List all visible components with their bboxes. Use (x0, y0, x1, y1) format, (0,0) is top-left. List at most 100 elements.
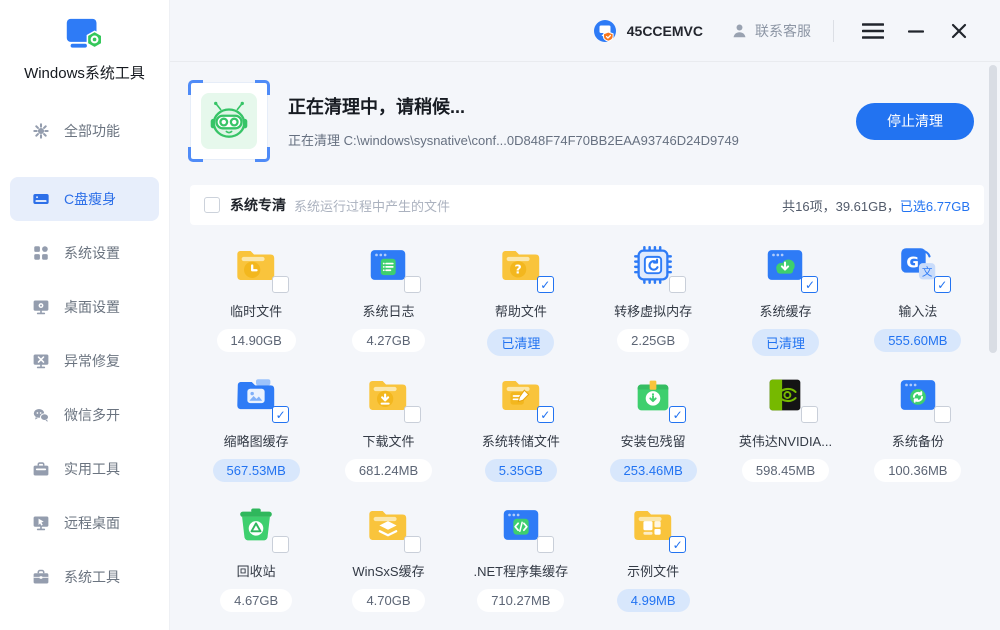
cleaner-item-winsxs-cache[interactable]: WinSxS缓存 4.70GB (322, 489, 454, 619)
selected-size: 已选6.77GB (900, 199, 970, 214)
item-size-badge: 14.90GB (217, 329, 296, 352)
sidebar-item-remote-desktop[interactable]: 远程桌面 (10, 501, 159, 545)
filter-bar: 系统专清 系统运行过程中产生的文件 共16项，39.61GB，已选6.77GB (190, 185, 984, 225)
item-checkbox[interactable] (537, 276, 554, 293)
scrollbar-thumb[interactable] (989, 65, 997, 353)
item-size-badge: 5.35GB (485, 459, 557, 482)
item-checkbox[interactable] (272, 536, 289, 553)
item-checkbox[interactable] (801, 406, 818, 423)
cleaner-item-dotnet-cache[interactable]: .NET程序集缓存 710.27MB (455, 489, 587, 619)
item-checkbox[interactable] (272, 276, 289, 293)
stop-cleaning-button[interactable]: 停止清理 (856, 103, 974, 140)
item-checkbox[interactable] (404, 536, 421, 553)
item-name: 示例文件 (627, 561, 679, 580)
cleaner-item-installer-residue[interactable]: 安装包残留 253.46MB (587, 359, 719, 489)
sidebar-item-error-repair[interactable]: 异常修复 (10, 339, 159, 383)
item-size-badge: 567.53MB (213, 459, 300, 482)
item-checkbox[interactable] (537, 406, 554, 423)
account-button[interactable]: 45CCEMVC (592, 18, 703, 44)
content: 正在清理中，请稍候... 正在清理 C:\windows\sysnative\c… (170, 62, 1000, 630)
item-checkbox[interactable] (669, 406, 686, 423)
item-name: 系统转储文件 (482, 431, 560, 450)
sidebar-item-label: 系统工具 (64, 567, 120, 587)
cleaner-item-system-backup[interactable]: 系统备份 100.36MB (852, 359, 984, 489)
cleaner-item-download-files[interactable]: 下载文件 681.24MB (322, 359, 454, 489)
username: 45CCEMVC (627, 23, 703, 39)
cleaning-path: 正在清理 C:\windows\sysnative\conf...0D848F7… (288, 130, 856, 149)
item-size-badge: 710.27MB (477, 589, 564, 612)
cleaner-item-system-logs[interactable]: 系统日志 4.27GB (322, 229, 454, 359)
cleaner-item-nvidia-cache[interactable]: 英伟达NVIDIA... 598.45MB (719, 359, 851, 489)
item-name: 回收站 (237, 561, 276, 580)
sidebar-item-label: 微信多开 (64, 405, 120, 425)
grid-icon (32, 244, 50, 262)
app-title: Windows系统工具 (24, 62, 145, 83)
app-window: Windows系统工具 全部功能 C盘瘦身 系统设置 桌面设置 异常修复 微信多… (0, 0, 1000, 630)
item-name: 系统日志 (362, 301, 414, 320)
cleaning-header: 正在清理中，请稍候... 正在清理 C:\windows\sysnative\c… (190, 82, 984, 160)
svg-text:文: 文 (922, 266, 933, 279)
item-size-badge: 4.70GB (352, 589, 424, 612)
item-size-badge: 已清理 (752, 329, 819, 356)
cleaner-item-system-dump[interactable]: 系统转储文件 5.35GB (455, 359, 587, 489)
item-name: 临时文件 (230, 301, 282, 320)
item-checkbox[interactable] (272, 406, 289, 423)
cleaner-item-system-cache[interactable]: 系统缓存 已清理 (719, 229, 851, 359)
item-checkbox[interactable] (934, 276, 951, 293)
cleaning-title: 正在清理中，请稍候... (288, 93, 856, 119)
close-icon (951, 23, 967, 39)
item-checkbox[interactable] (404, 276, 421, 293)
remote-desktop-icon (32, 514, 50, 532)
sidebar-item-system-settings[interactable]: 系统设置 (10, 231, 159, 275)
item-name: 缩略图缓存 (224, 431, 289, 450)
robot-scan-icon (190, 82, 268, 160)
menu-button[interactable] (858, 16, 888, 46)
item-checkbox[interactable] (669, 276, 686, 293)
item-checkbox[interactable] (934, 406, 951, 423)
item-checkbox[interactable] (669, 536, 686, 553)
repair-icon (32, 352, 50, 370)
sidebar-item-utility-tools[interactable]: 实用工具 (10, 447, 159, 491)
item-name: 转移虚拟内存 (614, 301, 692, 320)
main-area: 45CCEMVC 联系客服 (170, 0, 1000, 630)
topbar-divider (833, 20, 834, 42)
topbar: 45CCEMVC 联系客服 (170, 0, 1000, 62)
sidebar-item-system-tools[interactable]: 系统工具 (10, 555, 159, 599)
item-name: 系统备份 (892, 431, 944, 450)
sidebar-item-label: C盘瘦身 (64, 189, 116, 209)
sidebar-item-label: 桌面设置 (64, 297, 120, 317)
item-size-badge: 681.24MB (345, 459, 432, 482)
item-checkbox[interactable] (404, 406, 421, 423)
cleaner-item-virtual-memory[interactable]: 转移虚拟内存 2.25GB (587, 229, 719, 359)
item-name: 安装包残留 (621, 431, 686, 450)
sidebar: Windows系统工具 全部功能 C盘瘦身 系统设置 桌面设置 异常修复 微信多… (0, 0, 170, 630)
user-avatar-icon (592, 18, 618, 44)
cleaner-item-thumbnail-cache[interactable]: 缩略图缓存 567.53MB (190, 359, 322, 489)
item-size-badge: 4.67GB (220, 589, 292, 612)
item-checkbox[interactable] (801, 276, 818, 293)
app-logo-icon (62, 16, 108, 58)
cleaning-status-text: 正在清理中，请稍候... 正在清理 C:\windows\sysnative\c… (288, 93, 856, 149)
sidebar-item-c-drive-slim[interactable]: C盘瘦身 (10, 177, 159, 221)
system-clean-checkbox[interactable] (204, 197, 220, 213)
sidebar-item-wechat-multi[interactable]: 微信多开 (10, 393, 159, 437)
sidebar-item-desktop-settings[interactable]: 桌面设置 (10, 285, 159, 329)
cleaner-item-recycle-bin[interactable]: 回收站 4.67GB (190, 489, 322, 619)
system-clean-label: 系统专清 (230, 195, 286, 215)
cleaner-item-input-method[interactable]: G文 输入法 555.60MB (852, 229, 984, 359)
close-button[interactable] (944, 16, 974, 46)
item-name: 下载文件 (362, 431, 414, 450)
item-name: WinSxS缓存 (352, 561, 424, 580)
wechat-icon (32, 406, 50, 424)
system-clean-desc: 系统运行过程中产生的文件 (294, 196, 450, 215)
item-size-badge: 598.45MB (742, 459, 829, 482)
cleaner-item-temp-files[interactable]: 临时文件 14.90GB (190, 229, 322, 359)
cleaner-item-sample-files[interactable]: 示例文件 4.99MB (587, 489, 719, 619)
cleaner-item-help-files[interactable]: ? 帮助文件 已清理 (455, 229, 587, 359)
item-checkbox[interactable] (537, 536, 554, 553)
contact-support-button[interactable]: 联系客服 (731, 21, 811, 41)
person-icon (731, 22, 748, 39)
drive-icon (32, 190, 50, 208)
sidebar-item-all-features[interactable]: 全部功能 (10, 109, 159, 153)
minimize-button[interactable] (901, 16, 931, 46)
